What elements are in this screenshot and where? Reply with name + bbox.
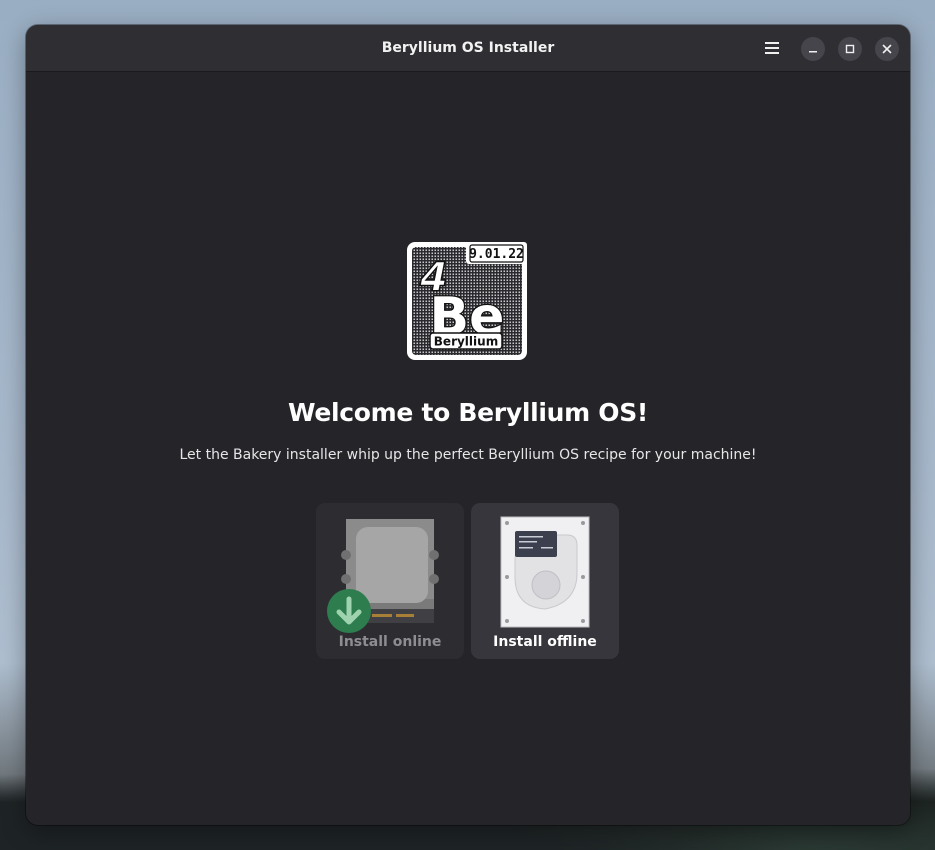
hard-drive-icon (500, 516, 590, 628)
close-icon (882, 44, 892, 54)
install-offline-label: Install offline (493, 634, 597, 650)
welcome-title: Welcome to Beryllium OS! (287, 398, 649, 427)
welcome-subtitle: Let the Bakery installer whip up the per… (179, 447, 757, 463)
header-bar: Beryllium OS Installer (26, 25, 910, 72)
install-online-button[interactable]: Install online (316, 503, 464, 659)
install-online-label: Install online (338, 634, 442, 650)
download-drive-icon (327, 519, 439, 633)
welcome-page: 9.01.22 4 Be Beryllium Welcome to Beryll… (26, 72, 910, 825)
main-menu-button[interactable] (759, 36, 785, 60)
minimize-icon (809, 51, 817, 53)
beryllium-logo: 9.01.22 4 Be Beryllium (407, 242, 527, 360)
logo-version: 9.01.22 (469, 247, 524, 262)
maximize-icon (845, 44, 855, 54)
close-button[interactable] (875, 37, 899, 61)
installer-window: Beryllium OS Installer 9.01.22 4 Be Bery… (26, 25, 910, 825)
install-offline-button[interactable]: Install offline (471, 503, 619, 659)
minimize-button[interactable] (801, 37, 825, 61)
logo-name: Beryllium (434, 335, 498, 349)
maximize-button[interactable] (838, 37, 862, 61)
